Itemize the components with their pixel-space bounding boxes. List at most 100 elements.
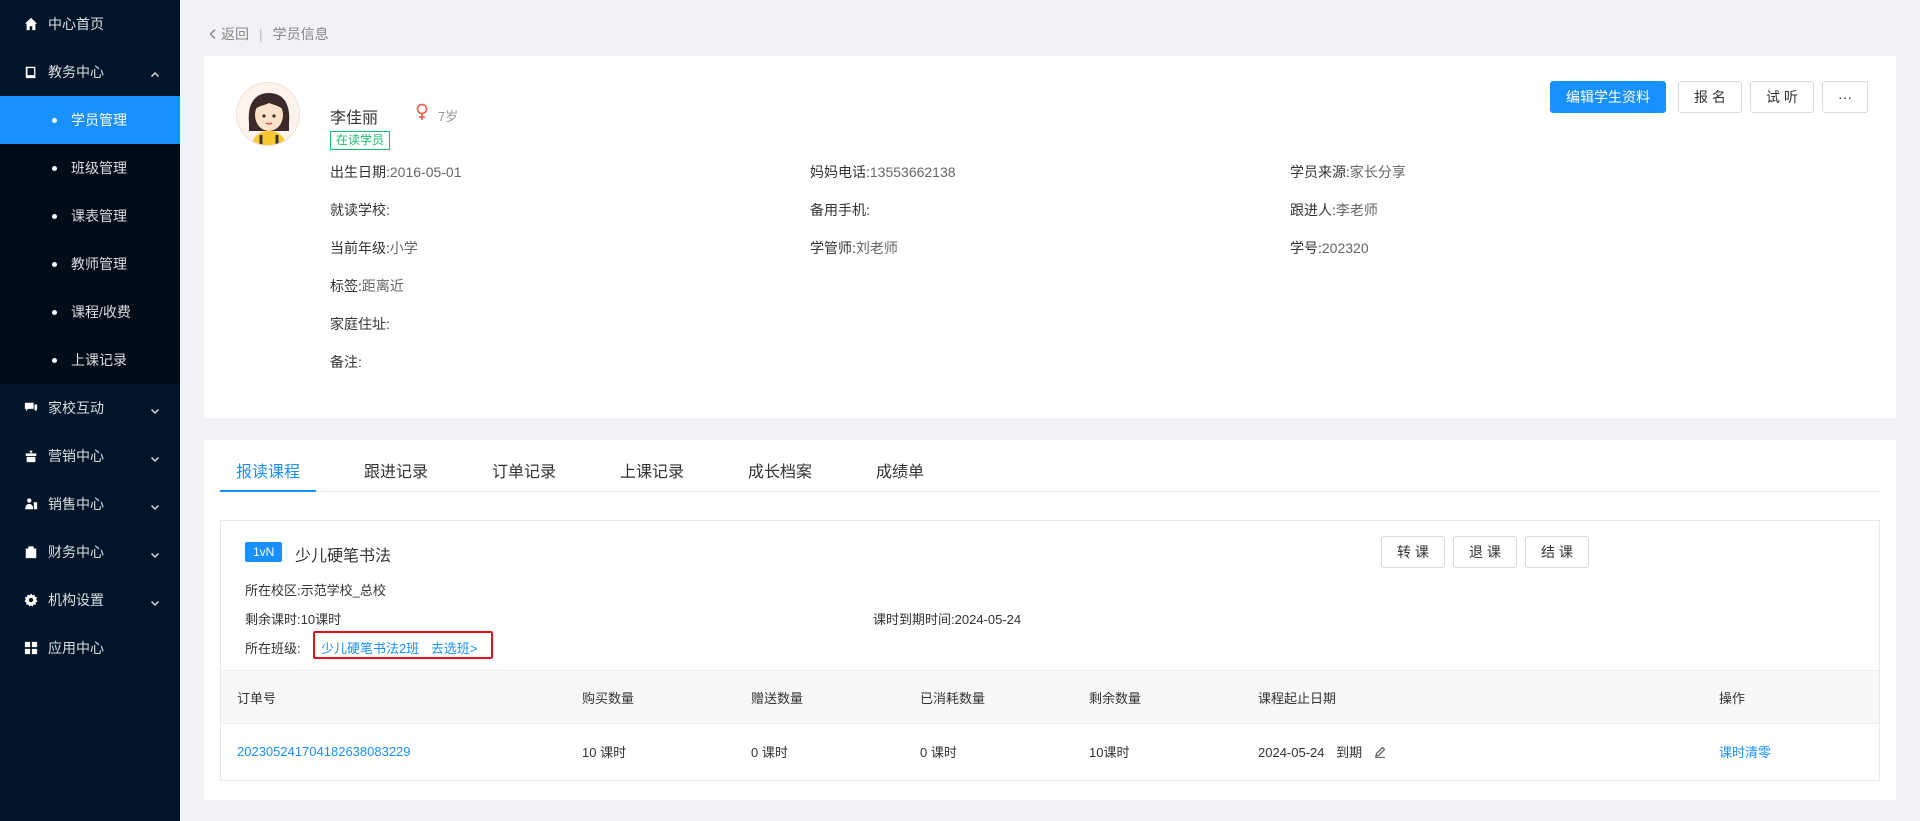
- sidebar-item-label: 课表管理: [71, 208, 127, 224]
- student-source-field: 学员来源:家长分享: [1290, 164, 1406, 180]
- gear-icon: [24, 593, 38, 607]
- column-header: 已消耗数量: [920, 690, 986, 706]
- class-link-group: 少儿硬笔书法2班 去选班>: [321, 638, 477, 657]
- status-badge: 在读学员: [330, 131, 391, 150]
- course-item: 1vN 少儿硬笔书法 转 课 退 课 结 课 所在校区:示范学校_总校 剩余课时…: [220, 520, 1880, 781]
- sidebar-item-attendance[interactable]: 上课记录: [0, 336, 180, 384]
- edit-student-button[interactable]: 编辑学生资料: [1550, 81, 1666, 113]
- mom-phone-field: 妈妈电话:13553662138: [810, 164, 956, 180]
- sidebar-item-home-school[interactable]: 家校互动: [0, 384, 180, 432]
- gift-quantity: 0 课时: [751, 744, 788, 760]
- sidebar-item-label: 销售中心: [48, 496, 104, 512]
- chat-icon: [24, 401, 38, 415]
- transfer-course-button[interactable]: 转 课: [1381, 536, 1445, 568]
- sidebar-item-teachers[interactable]: 教师管理: [0, 240, 180, 288]
- sidebar-item-apps[interactable]: 应用中心: [0, 624, 180, 672]
- sidebar-item-academic[interactable]: 教务中心: [0, 48, 180, 96]
- follower-field: 跟进人:李老师: [1290, 202, 1378, 218]
- manager-field: 学管师:刘老师: [810, 240, 898, 256]
- course-section-card: 报读课程 跟进记录 订单记录 上课记录 成长档案 成绩单 1vN 少儿硬笔书法 …: [204, 440, 1896, 800]
- back-link[interactable]: 返回: [208, 24, 249, 44]
- expire-date-field: 课时到期时间:2024-05-24: [873, 612, 1022, 627]
- remaining-hours-field: 剩余课时:10课时: [245, 612, 342, 627]
- column-header: 剩余数量: [1089, 690, 1142, 706]
- sidebar-item-label: 教师管理: [71, 256, 127, 272]
- tab-follow-up[interactable]: 跟进记录: [364, 458, 428, 482]
- sidebar-item-label: 营销中心: [48, 448, 104, 464]
- chevron-down-icon: [150, 499, 160, 511]
- breadcrumb-current: 学员信息: [272, 26, 329, 42]
- grade-field: 当前年级:小学: [330, 240, 418, 256]
- bullet-icon: [52, 261, 57, 267]
- order-number-link[interactable]: 202305241704182638083229: [237, 744, 411, 759]
- buy-quantity: 10 课时: [582, 744, 627, 760]
- chevron-down-icon: [150, 595, 160, 607]
- sidebar-item-label: 班级管理: [71, 160, 127, 176]
- bullet-icon: [52, 117, 57, 123]
- backup-phone-field: 备用手机:: [810, 202, 870, 218]
- sidebar-item-label: 课程/收费: [71, 304, 131, 320]
- clear-hours-link[interactable]: 课时清零: [1719, 742, 1771, 761]
- tab-enrolled-courses[interactable]: 报读课程: [236, 458, 300, 482]
- school-field: 就读学校:: [330, 202, 390, 218]
- sidebar-item-label: 家校互动: [48, 400, 104, 416]
- breadcrumb: 返回 | 学员信息: [208, 24, 329, 44]
- edit-icon[interactable]: [1374, 746, 1386, 758]
- chevron-down-icon: [150, 451, 160, 463]
- sidebar-item-finance[interactable]: 财务中心: [0, 528, 180, 576]
- birth-date-field: 出生日期:2016-05-01: [330, 164, 462, 180]
- sidebar-item-settings[interactable]: 机构设置: [0, 576, 180, 624]
- sidebar-item-label: 应用中心: [48, 640, 104, 656]
- chevron-up-icon: [150, 67, 160, 78]
- back-label: 返回: [221, 26, 249, 42]
- gift-icon: [24, 449, 38, 463]
- enroll-button[interactable]: 报 名: [1678, 81, 1742, 113]
- sales-icon: [24, 497, 38, 511]
- sidebar-item-label: 学员管理: [71, 112, 127, 128]
- course-type-badge: 1vN: [245, 542, 283, 562]
- avatar: [236, 82, 300, 146]
- chevron-down-icon: [150, 403, 160, 415]
- column-header: 购买数量: [582, 690, 635, 706]
- used-quantity: 0 课时: [920, 744, 957, 760]
- main-content: 返回 | 学员信息 李佳丽 7岁 在读学员 出生日期:2016-05-01 妈妈…: [180, 0, 1920, 821]
- sidebar: 中心首页 教务中心 学员管理 班级管理 课表管理 教师管理 课程/收费 上课记录…: [0, 0, 180, 821]
- tab-orders[interactable]: 订单记录: [492, 458, 556, 482]
- sidebar-item-label: 教务中心: [48, 64, 104, 80]
- sidebar-item-label: 中心首页: [48, 16, 104, 32]
- select-class-link[interactable]: 去选班>: [431, 641, 478, 656]
- remaining-quantity: 10课时: [1089, 744, 1130, 760]
- course-date-range: 2024-05-24 到期: [1258, 742, 1386, 761]
- table-header: 订单号 购买数量 赠送数量 已消耗数量 剩余数量 课程起止日期 操作: [221, 670, 1879, 724]
- refund-course-button[interactable]: 退 课: [1453, 536, 1517, 568]
- bullet-icon: [52, 165, 57, 171]
- chevron-down-icon: [150, 547, 160, 559]
- female-icon: [415, 103, 429, 121]
- student-age: 7岁: [438, 109, 459, 124]
- bullet-icon: [52, 309, 57, 315]
- sidebar-item-schedule[interactable]: 课表管理: [0, 192, 180, 240]
- sidebar-item-students[interactable]: 学员管理: [0, 96, 180, 144]
- sidebar-item-label: 机构设置: [48, 592, 104, 608]
- academic-submenu: 学员管理 班级管理 课表管理 教师管理 课程/收费 上课记录: [0, 96, 180, 384]
- sidebar-item-home[interactable]: 中心首页: [0, 0, 180, 48]
- sidebar-item-marketing[interactable]: 营销中心: [0, 432, 180, 480]
- sidebar-item-classes[interactable]: 班级管理: [0, 144, 180, 192]
- column-header: 操作: [1719, 690, 1746, 706]
- sidebar-item-courses-fees[interactable]: 课程/收费: [0, 288, 180, 336]
- finish-course-button[interactable]: 结 课: [1525, 536, 1589, 568]
- trial-button[interactable]: 试 听: [1750, 81, 1814, 113]
- book-icon: [24, 65, 38, 79]
- breadcrumb-separator: |: [259, 26, 263, 42]
- table-row: 202305241704182638083229 10 课时 0 课时 0 课时…: [221, 724, 1879, 778]
- tab-growth[interactable]: 成长档案: [748, 458, 812, 482]
- class-name-link[interactable]: 少儿硬笔书法2班: [321, 641, 419, 656]
- tab-attendance[interactable]: 上课记录: [620, 458, 684, 482]
- finance-icon: [24, 545, 38, 559]
- sidebar-item-sales[interactable]: 销售中心: [0, 480, 180, 528]
- class-label: 所在班级:: [245, 641, 301, 656]
- column-header: 赠送数量: [751, 690, 804, 706]
- more-button[interactable]: ···: [1822, 81, 1868, 113]
- tab-transcript[interactable]: 成绩单: [876, 458, 924, 482]
- apps-icon: [24, 641, 38, 655]
